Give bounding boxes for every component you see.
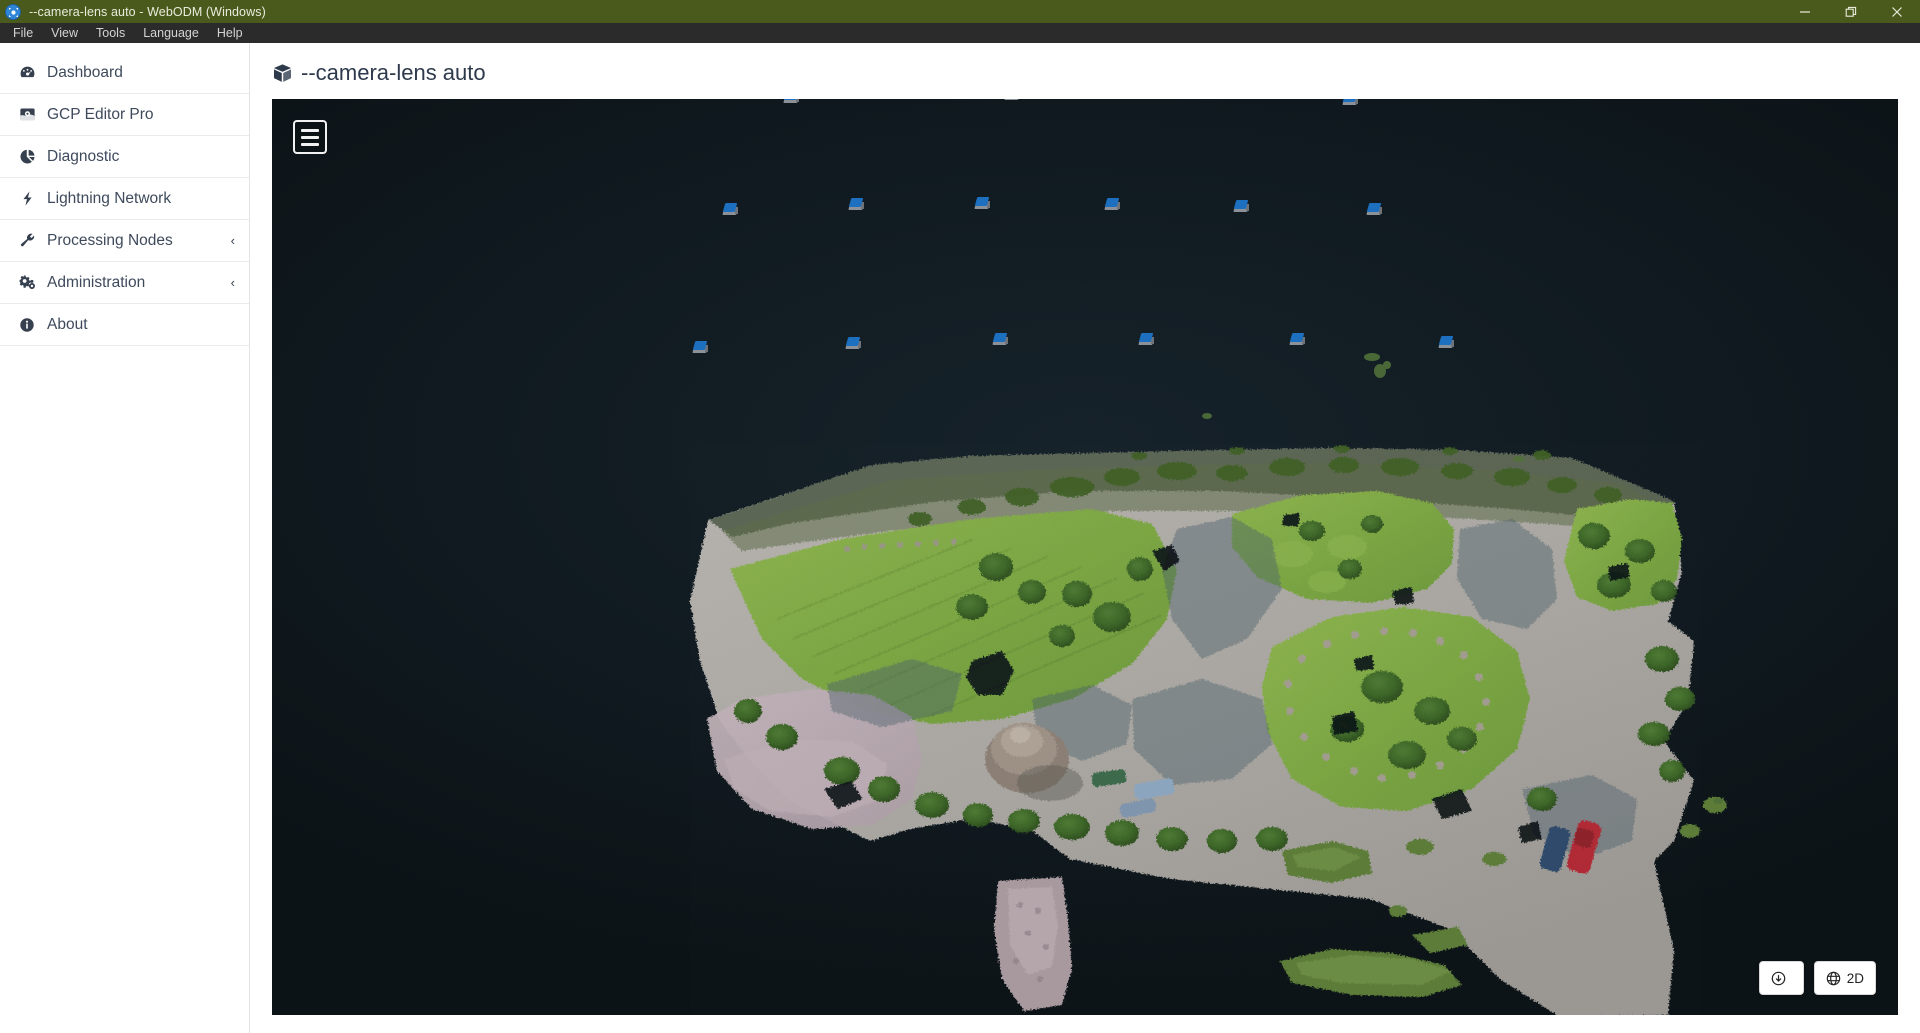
globe-icon xyxy=(1826,971,1841,986)
app-logo-icon xyxy=(5,3,21,20)
dashboard-gauge-icon xyxy=(17,64,37,81)
camera-marker[interactable] xyxy=(1104,198,1120,210)
menu-file[interactable]: File xyxy=(4,23,42,43)
camera-marker[interactable] xyxy=(1289,333,1305,345)
camera-marker[interactable] xyxy=(1004,99,1020,100)
sidebar-item-label: Lightning Network xyxy=(47,189,172,207)
camera-marker[interactable] xyxy=(845,337,861,349)
pie-chart-icon xyxy=(17,148,37,165)
camera-marker[interactable] xyxy=(992,333,1008,345)
sidebar-item-administration[interactable]: Administration ‹ xyxy=(0,262,249,304)
window-titlebar: --camera-lens auto - WebODM (Windows) xyxy=(0,0,1920,23)
chevron-left-icon: ‹ xyxy=(230,275,235,290)
camera-marker[interactable] xyxy=(974,197,990,209)
camera-marker[interactable] xyxy=(1342,99,1358,105)
page-title-text: --camera-lens auto xyxy=(301,60,486,85)
main-content: --camera-lens auto 2D xyxy=(250,43,1920,1033)
window-controls xyxy=(1782,0,1920,23)
menu-help[interactable]: Help xyxy=(208,23,252,43)
sidebar-item-label: Dashboard xyxy=(47,63,123,81)
cube-icon xyxy=(272,63,293,84)
info-circle-icon xyxy=(17,317,37,333)
viewer-download-button[interactable] xyxy=(1758,961,1804,995)
viewer-menu-button[interactable] xyxy=(293,120,327,154)
sidebar-item-label: Administration xyxy=(47,273,146,291)
viewer-2d-toggle-button[interactable]: 2D xyxy=(1813,961,1876,995)
chevron-left-icon: ‹ xyxy=(230,233,235,248)
camera-marker[interactable] xyxy=(1138,333,1154,345)
mesh-render xyxy=(690,353,1727,1015)
bolt-icon xyxy=(17,190,37,207)
menu-language[interactable]: Language xyxy=(134,23,208,43)
camera-marker[interactable] xyxy=(783,99,799,103)
sidebar-item-processing-nodes[interactable]: Processing Nodes ‹ xyxy=(0,220,249,262)
menu-view[interactable]: View xyxy=(42,23,87,43)
hamburger-bar xyxy=(301,135,319,139)
camera-marker[interactable] xyxy=(722,203,738,215)
camera-marker[interactable] xyxy=(1366,203,1382,215)
app-body: Dashboard GCP Editor Pro Diagnostic Ligh… xyxy=(0,43,1920,1033)
sidebar-item-label: Diagnostic xyxy=(47,147,120,165)
viewer-2d-label: 2D xyxy=(1846,970,1864,986)
sidebar-item-dashboard[interactable]: Dashboard xyxy=(0,52,249,94)
window-title: --camera-lens auto - WebODM (Windows) xyxy=(29,4,266,19)
close-button[interactable] xyxy=(1874,0,1920,23)
minimize-button[interactable] xyxy=(1782,0,1828,23)
three-d-viewer[interactable]: 2D xyxy=(272,99,1898,1015)
sidebar: Dashboard GCP Editor Pro Diagnostic Ligh… xyxy=(0,43,250,1033)
download-circle-icon xyxy=(1771,971,1786,986)
gears-icon xyxy=(17,274,37,292)
sidebar-item-about[interactable]: About xyxy=(0,304,249,346)
menu-bar: File View Tools Language Help xyxy=(0,23,1920,43)
camera-marker[interactable] xyxy=(1233,200,1249,212)
page-title: --camera-lens auto xyxy=(272,60,1898,86)
camera-marker[interactable] xyxy=(848,198,864,210)
restore-button[interactable] xyxy=(1828,0,1874,23)
sidebar-item-label: About xyxy=(47,315,88,333)
gcp-map-icon xyxy=(17,106,37,123)
sidebar-item-gcp-editor-pro[interactable]: GCP Editor Pro xyxy=(0,94,249,136)
sidebar-item-diagnostic[interactable]: Diagnostic xyxy=(0,136,249,178)
wrench-icon xyxy=(17,232,37,249)
sidebar-item-lightning-network[interactable]: Lightning Network xyxy=(0,178,249,220)
sidebar-item-label: GCP Editor Pro xyxy=(47,105,154,123)
hamburger-bar xyxy=(301,142,319,146)
hamburger-bar xyxy=(301,128,319,132)
camera-marker[interactable] xyxy=(1438,336,1454,348)
camera-marker[interactable] xyxy=(692,341,708,353)
menu-tools[interactable]: Tools xyxy=(87,23,134,43)
point-cloud-mesh xyxy=(272,99,1898,1015)
sidebar-item-label: Processing Nodes xyxy=(47,231,173,249)
viewer-tools: 2D xyxy=(1758,961,1876,995)
